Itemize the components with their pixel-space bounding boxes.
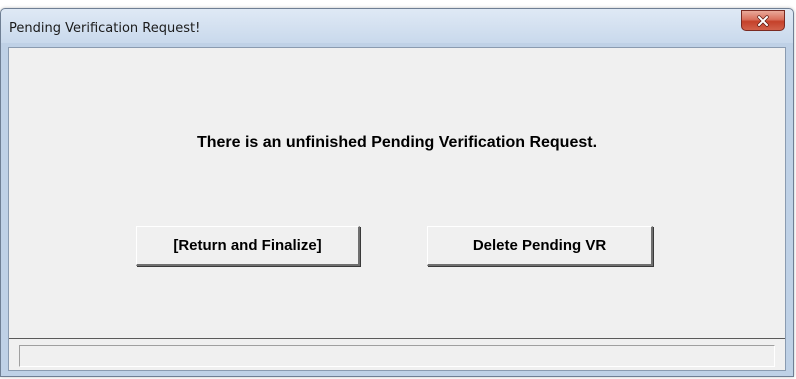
dialog-window: Pending Verification Request! There is a…	[0, 8, 794, 377]
window-title: Pending Verification Request!	[9, 21, 201, 36]
separator	[9, 338, 785, 339]
close-icon	[757, 14, 769, 27]
title-bar[interactable]: Pending Verification Request!	[1, 9, 793, 47]
dialog-content: There is an unfinished Pending Verificat…	[8, 47, 786, 371]
delete-pending-vr-button[interactable]: Delete Pending VR	[427, 226, 653, 266]
dialog-message: There is an unfinished Pending Verificat…	[196, 134, 598, 151]
status-bar	[19, 345, 775, 367]
close-button[interactable]	[741, 10, 785, 31]
return-and-finalize-button[interactable]: [Return and Finalize]	[136, 226, 360, 266]
